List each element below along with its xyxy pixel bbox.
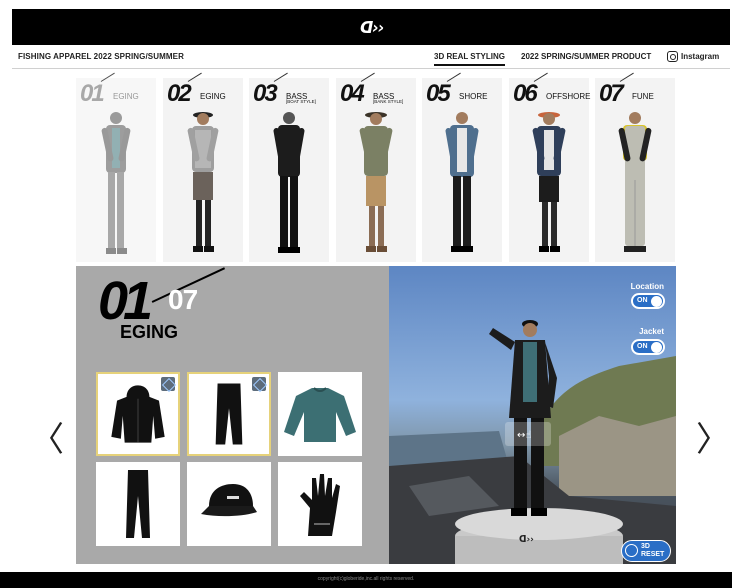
style-strip: 01 EGING 02 EGING 03 BASS [BOAT STYLE] 0… [76, 72, 678, 262]
location-toggle[interactable]: ON [631, 293, 665, 309]
style-slash [273, 72, 288, 82]
style-slash [533, 72, 548, 82]
model-figure-05 [445, 112, 479, 252]
item-pants[interactable] [187, 372, 271, 456]
glove-icon [300, 474, 340, 536]
model-figure-01 [101, 112, 131, 254]
style-name: EGING [113, 92, 139, 101]
style-number: 01 [80, 80, 105, 107]
toggle-knob [651, 296, 662, 307]
svg-text:ᗡ››: ᗡ›› [519, 535, 534, 545]
style-number: 03 [253, 80, 278, 107]
tights-icon [126, 470, 150, 538]
item-long-sleeve-shirt[interactable] [278, 372, 362, 456]
nav-product[interactable]: 2022 SPRING/SUMMER PRODUCT [521, 52, 651, 61]
reset-label: 3D RESET [641, 543, 665, 558]
style-card-04[interactable]: 04 BASS [BANK STYLE] [336, 72, 416, 262]
model-figure-07 [618, 112, 652, 252]
3d-model-figure[interactable]: ↔☝ [487, 318, 567, 528]
style-name: OFFSHORE [546, 92, 591, 101]
style-slash [446, 72, 461, 82]
toggle-knob [651, 342, 662, 353]
model-figure-04 [359, 112, 393, 252]
total-style-count: 07 [168, 284, 198, 315]
style-card-03[interactable]: 03 BASS [BOAT STYLE] [249, 72, 329, 262]
model-figure-06 [532, 112, 566, 252]
nav-instagram[interactable]: Instagram [681, 52, 719, 61]
style-number: 02 [167, 80, 192, 107]
model-figure-02 [187, 112, 219, 252]
style-number: 06 [513, 80, 538, 107]
style-number: 04 [340, 80, 365, 107]
style-detail-panel: 01 07 EGING ᗡ›› ↔☝ Location ON Jacket ON… [76, 266, 676, 564]
jacket-toggle[interactable]: ON [631, 339, 665, 355]
location-label: Location [630, 282, 664, 291]
style-name: FUNE [632, 92, 654, 101]
cap-icon [201, 484, 257, 517]
item-jacket[interactable] [96, 372, 180, 456]
3d-cube-icon [252, 377, 266, 391]
style-card-02[interactable]: 02 EGING [163, 72, 243, 262]
style-slash [360, 72, 375, 82]
style-card-01[interactable]: 01 EGING [76, 72, 156, 262]
item-under-pants[interactable] [96, 462, 180, 546]
model-figure-03 [273, 112, 305, 253]
jacket-toggle-state: ON [637, 343, 648, 350]
style-sub: [BOAT STYLE] [286, 99, 316, 104]
nav-bar: FISHING APPAREL 2022 SPRING/SUMMER 3D RE… [12, 45, 730, 69]
style-sub: [BANK STYLE] [373, 99, 404, 104]
style-title: EGING [120, 322, 179, 342]
nav-3d-real-styling[interactable]: 3D REAL STYLING [434, 52, 505, 66]
instagram-icon[interactable] [667, 51, 678, 62]
jacket-label: Jacket [639, 327, 664, 336]
style-slash [619, 72, 634, 82]
item-cap[interactable] [187, 462, 271, 546]
item-glove[interactable] [278, 462, 362, 546]
shirt-icon [284, 387, 356, 442]
top-bar: ᗡ›› [12, 9, 730, 45]
footer: copyright(c)globeride,inc.all rights res… [0, 572, 732, 588]
daiwa-logo[interactable]: ᗡ›› [360, 18, 384, 37]
style-number: 05 [426, 80, 451, 107]
style-slash [187, 72, 202, 82]
style-slash [100, 72, 115, 82]
style-number: 07 [599, 80, 624, 107]
prev-style-arrow[interactable]: 〈 [30, 412, 64, 461]
3d-viewer[interactable]: ᗡ›› ↔☝ Location ON Jacket ON 3D RESET [389, 266, 676, 564]
style-card-05[interactable]: 05 SHORE [422, 72, 502, 262]
style-card-07[interactable]: 07 FUNE [595, 72, 675, 262]
copyright-text: copyright(c)globeride,inc.all rights res… [317, 576, 415, 582]
style-card-06[interactable]: 06 OFFSHORE [509, 72, 591, 262]
3d-cube-icon [161, 377, 175, 391]
location-toggle-state: ON [637, 297, 648, 304]
3d-reset-button[interactable]: 3D RESET [621, 540, 671, 562]
svg-text:↔☝: ↔☝ [517, 430, 531, 441]
rotate-icon [625, 544, 638, 557]
style-name: SHORE [459, 92, 488, 101]
style-name: EGING [200, 92, 226, 101]
next-style-arrow[interactable]: 〉 [696, 412, 730, 461]
brand-title[interactable]: FISHING APPAREL 2022 SPRING/SUMMER [18, 52, 184, 61]
